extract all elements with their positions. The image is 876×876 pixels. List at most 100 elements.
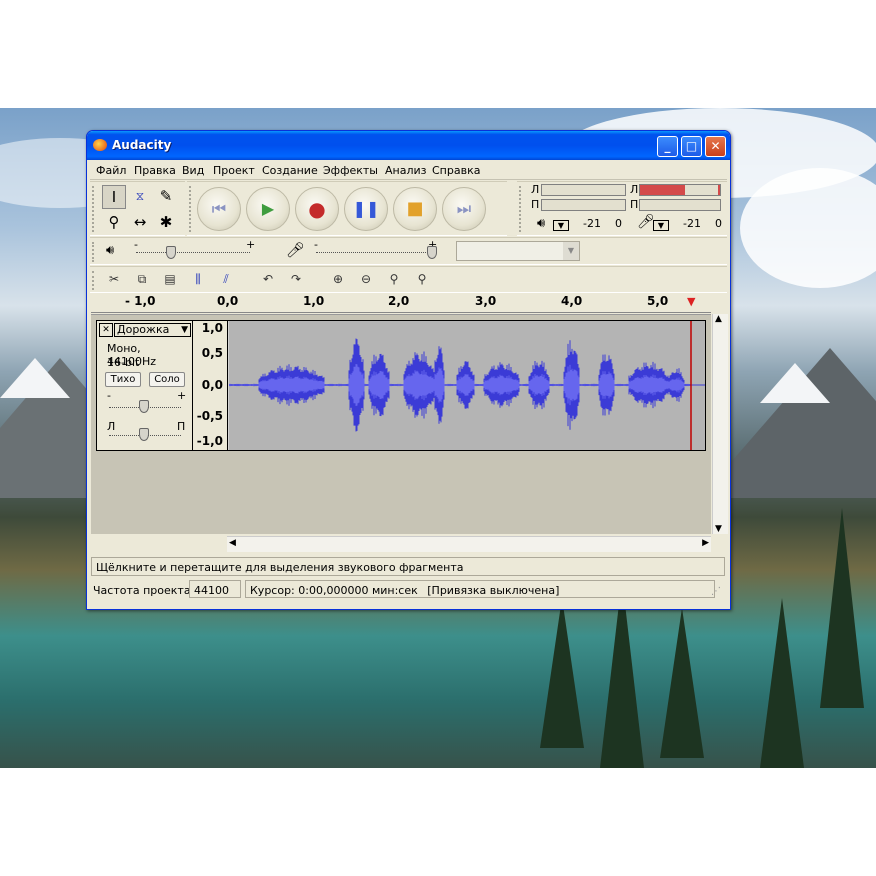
waveform [228,321,705,450]
timeline-ruler[interactable]: - 1,0 0,0 1,0 2,0 3,0 4,0 5,0 ▼ [91,293,711,313]
input-volume-thumb[interactable] [427,246,437,259]
output-volume-icon: 🔊︎ [106,243,115,258]
track-name: Дорожка [117,323,170,336]
transport-toolbar: ⏮ ▶ ● ❚❚ ■ ⏭ [187,181,507,236]
rec-meter-right-label: П [630,198,639,211]
waveform-area[interactable] [228,321,705,450]
timeshift-tool-icon[interactable]: ↔ [128,211,152,235]
ruler-label: 3,0 [475,294,497,308]
toolbar-grip[interactable] [92,186,96,232]
envelope-tool-icon[interactable]: ⧖ [128,185,152,209]
solo-button[interactable]: Соло [149,372,185,387]
select-tool-icon[interactable]: I [102,185,126,209]
menu-bar: Файл Правка Вид Проект Создание Эффекты … [90,161,727,180]
mute-button[interactable]: Тихо [105,372,141,387]
play-button[interactable]: ▶ [246,187,290,231]
tree [760,598,804,768]
pan-slider-thumb[interactable] [139,428,149,441]
toolbar-grip[interactable] [519,186,523,232]
gain-plus: + [177,389,187,402]
gain-minus: - [107,389,111,402]
toolbar-grip[interactable] [189,186,193,232]
rec-meter-scale-end: 0 [715,217,722,230]
scale-label: 0,0 [201,378,223,392]
meter-scale-mid: -21 [583,217,601,230]
scale-label: 1,0 [201,321,223,335]
record-meter-right[interactable] [639,199,721,211]
gain-slider-thumb[interactable] [139,400,149,413]
chevron-down-icon[interactable]: ▼ [563,242,579,260]
copy-icon[interactable]: ⧉ [130,269,154,291]
track-name-menu[interactable]: Дорожка ▼ [114,323,191,337]
playback-meter-right[interactable] [541,199,626,211]
project-rate-label: Частота проекта: [93,584,195,597]
toolbar-grip[interactable] [92,271,96,290]
zoom-in-icon[interactable]: ⊕ [326,269,350,291]
multi-tool-icon[interactable]: ✱ [154,211,178,235]
zoom-tool-icon[interactable]: ⚲ [102,211,126,235]
fit-project-icon[interactable]: ⚲ [410,269,434,291]
title-bar[interactable]: Audacity _ □ ✕ [87,131,730,160]
scroll-down-icon[interactable]: ▼ [715,524,722,534]
record-meter-menu-icon[interactable]: ▼ [653,220,669,231]
record-button[interactable]: ● [295,187,339,231]
tools-toolbar: I ⧖ ✎ ⚲ ↔ ✱ [90,181,185,236]
maximize-button[interactable]: □ [681,136,702,157]
scale-label: -1,0 [196,434,223,448]
skip-to-end-button[interactable]: ⏭ [442,187,486,231]
input-source-select[interactable]: ▼ [456,241,580,261]
ruler-label: 1,0 [303,294,325,308]
resize-grip-icon[interactable]: ⋰ [711,586,721,597]
close-button[interactable]: ✕ [705,136,726,157]
menu-analyze[interactable]: Анализ [385,164,427,177]
draw-tool-icon[interactable]: ✎ [154,185,178,209]
record-meter-left[interactable] [639,184,721,196]
peak-hold-marker [718,185,720,195]
output-volume-slider[interactable] [136,252,250,253]
fit-selection-icon[interactable]: ⚲ [382,269,406,291]
project-rate-field[interactable]: 44100 [189,580,241,598]
input-volume-slider[interactable] [316,252,432,253]
record-meter-level [640,185,685,195]
ruler-label: 4,0 [561,294,583,308]
silence-icon[interactable]: ⫽ [214,269,238,291]
window-title: Audacity [112,138,172,152]
skip-to-start-button[interactable]: ⏮ [197,187,241,231]
cursor-status: Курсор: 0:00,000000 мин:сек [Привязка вы… [245,580,715,598]
horizontal-scrollbar[interactable]: ◀ ▶ [227,536,711,552]
menu-view[interactable]: Вид [182,164,204,177]
menu-file[interactable]: Файл [96,164,126,177]
pause-button[interactable]: ❚❚ [344,187,388,231]
cut-icon[interactable]: ✂ [102,269,126,291]
tree [660,608,704,758]
trim-icon[interactable]: ⫼ [186,269,210,291]
pan-left-label: Л [107,420,116,433]
scroll-right-icon[interactable]: ▶ [702,538,709,548]
selection-bar: Частота проекта: 44100 Курсор: 0:00,0000… [91,580,725,600]
menu-generate[interactable]: Создание [262,164,318,177]
toolbar-grip[interactable] [92,242,96,262]
scroll-left-icon[interactable]: ◀ [229,538,236,548]
stop-button[interactable]: ■ [393,187,437,231]
zoom-out-icon[interactable]: ⊖ [354,269,378,291]
tree [540,598,584,748]
playback-meter-menu-icon[interactable]: ▼ [553,220,569,231]
output-volume-thumb[interactable] [166,246,176,259]
mixer-toolbar: 🔊︎ - + 🎤︎ - + ▼ [90,237,727,265]
paste-icon[interactable]: ▤ [158,269,182,291]
menu-project[interactable]: Проект [213,164,255,177]
scroll-up-icon[interactable]: ▲ [715,314,722,324]
menu-edit[interactable]: Правка [134,164,176,177]
vertical-scrollbar[interactable]: ▲ ▼ [712,314,728,534]
track-close-icon[interactable]: ✕ [99,323,113,337]
scale-label: 0,5 [201,346,223,360]
output-slider-minus: - [134,238,138,251]
playback-meter-left[interactable] [541,184,626,196]
redo-icon[interactable]: ↷ [284,269,308,291]
input-volume-icon: 🎤︎ [286,241,306,259]
menu-effects[interactable]: Эффекты [323,164,378,177]
undo-icon[interactable]: ↶ [256,269,280,291]
snap-status: [Привязка выключена] [427,584,560,597]
minimize-button[interactable]: _ [657,136,678,157]
menu-help[interactable]: Справка [432,164,480,177]
